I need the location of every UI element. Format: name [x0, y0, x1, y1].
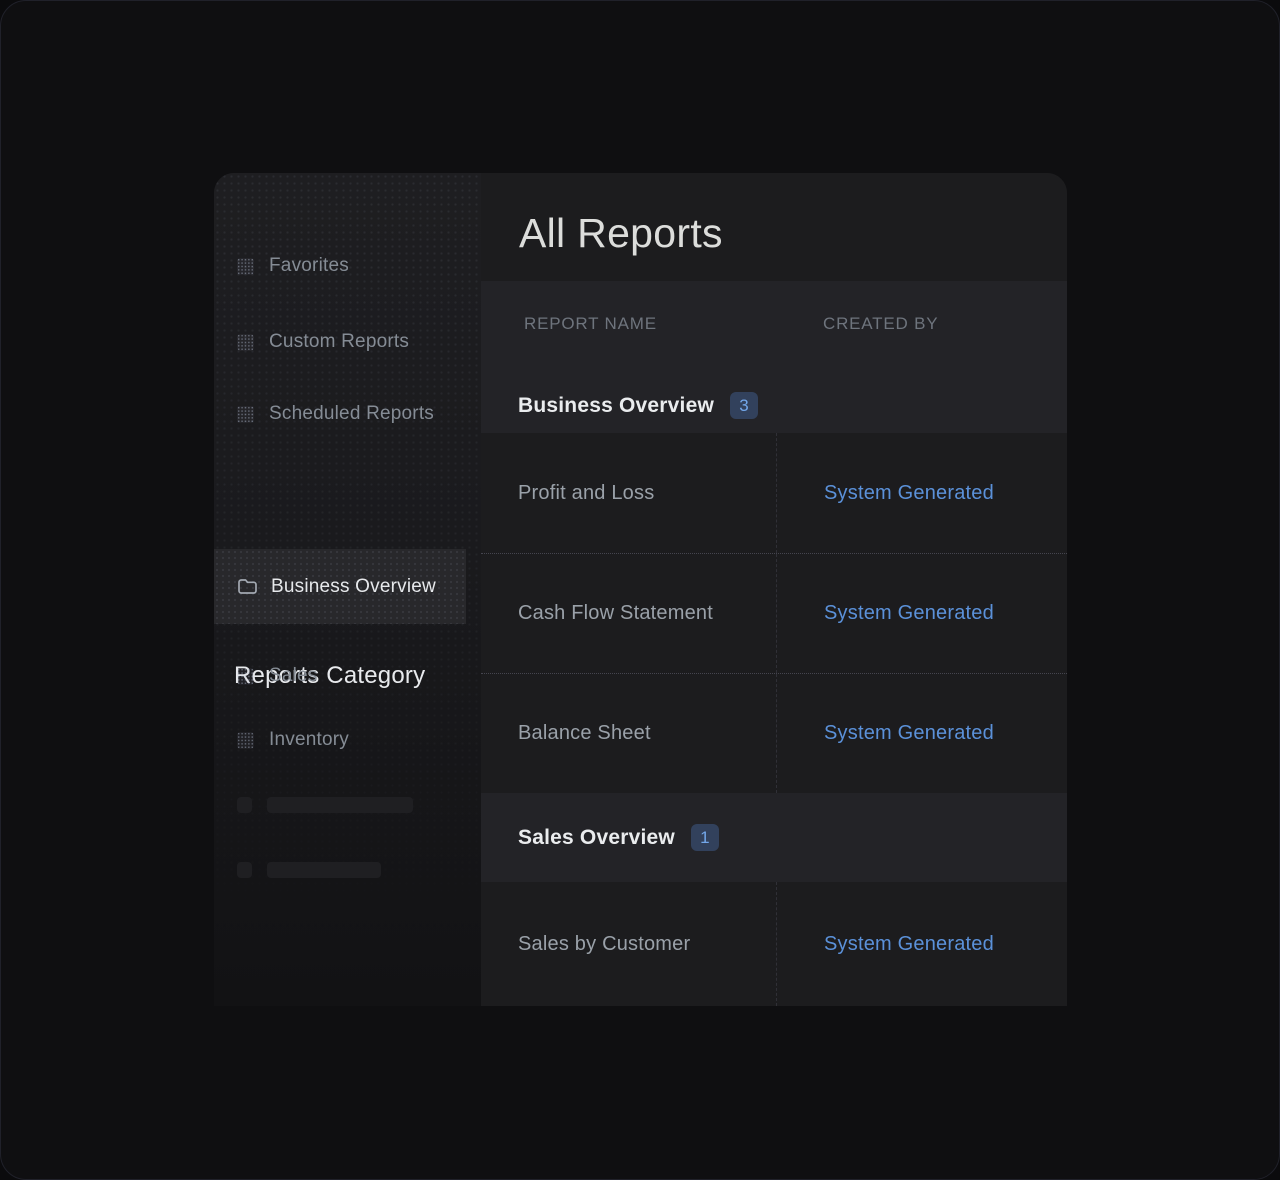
page-background: Favorites Custom Reports Scheduled Repor… — [0, 0, 1280, 1180]
custom-reports-icon — [237, 334, 254, 351]
created-by-cell: System Generated — [776, 554, 1067, 673]
reports-card: Favorites Custom Reports Scheduled Repor… — [214, 173, 1067, 1006]
group-row-sales-overview[interactable]: Sales Overview 1 — [481, 793, 1067, 882]
sidebar-item-sales[interactable]: Sales — [237, 659, 318, 693]
scheduled-reports-icon — [237, 406, 254, 423]
table-header-band: REPORT NAME CREATED BY Business Overview… — [481, 281, 1067, 433]
skeleton-icon — [237, 862, 252, 878]
favorites-icon — [237, 258, 254, 275]
page-title: All Reports — [519, 210, 723, 257]
column-header-report-name: REPORT NAME — [524, 314, 657, 334]
report-row-profit-and-loss[interactable]: Profit and Loss System Generated — [481, 433, 1067, 553]
sidebar-skeleton-row — [237, 797, 413, 813]
sidebar-item-business-overview[interactable]: Business Overview — [214, 549, 466, 624]
sidebar-item-label: Inventory — [269, 729, 349, 751]
skeleton-bar — [267, 862, 381, 878]
created-by-cell: System Generated — [776, 433, 1067, 553]
report-name-cell: Balance Sheet — [481, 674, 776, 793]
sidebar-skeleton-row — [237, 862, 381, 878]
report-row-sales-by-customer[interactable]: Sales by Customer System Generated — [481, 882, 1067, 1006]
group-name: Sales Overview — [518, 826, 675, 850]
skeleton-bar — [267, 797, 413, 813]
sidebar: Favorites Custom Reports Scheduled Repor… — [214, 173, 481, 1006]
sidebar-item-label: Scheduled Reports — [269, 403, 434, 425]
sidebar-item-label: Custom Reports — [269, 331, 409, 353]
report-name-cell: Cash Flow Statement — [481, 554, 776, 673]
sidebar-item-label: Sales — [269, 665, 318, 687]
folder-icon — [237, 577, 258, 596]
group-name: Business Overview — [518, 394, 714, 418]
sidebar-item-custom-reports[interactable]: Custom Reports — [237, 325, 409, 359]
sales-icon — [237, 668, 254, 685]
report-name-cell: Profit and Loss — [481, 433, 776, 553]
sidebar-item-inventory[interactable]: Inventory — [237, 723, 349, 757]
group-count-badge: 1 — [691, 824, 719, 851]
sidebar-item-scheduled-reports[interactable]: Scheduled Reports — [237, 397, 434, 431]
group-count-badge: 3 — [730, 392, 758, 419]
sidebar-item-label: Business Overview — [271, 576, 436, 598]
group-row-business-overview[interactable]: Business Overview 3 — [481, 378, 1067, 433]
sidebar-item-label: Favorites — [269, 255, 349, 277]
report-row-cash-flow-statement[interactable]: Cash Flow Statement System Generated — [481, 553, 1067, 673]
report-row-balance-sheet[interactable]: Balance Sheet System Generated — [481, 673, 1067, 793]
column-header-created-by: CREATED BY — [823, 314, 938, 334]
skeleton-icon — [237, 797, 252, 813]
all-reports-panel: All Reports REPORT NAME CREATED BY Busin… — [481, 173, 1067, 1006]
sidebar-item-favorites[interactable]: Favorites — [237, 249, 349, 283]
created-by-cell: System Generated — [776, 882, 1067, 1006]
inventory-icon — [237, 732, 254, 749]
created-by-cell: System Generated — [776, 674, 1067, 793]
report-name-cell: Sales by Customer — [481, 882, 776, 1006]
